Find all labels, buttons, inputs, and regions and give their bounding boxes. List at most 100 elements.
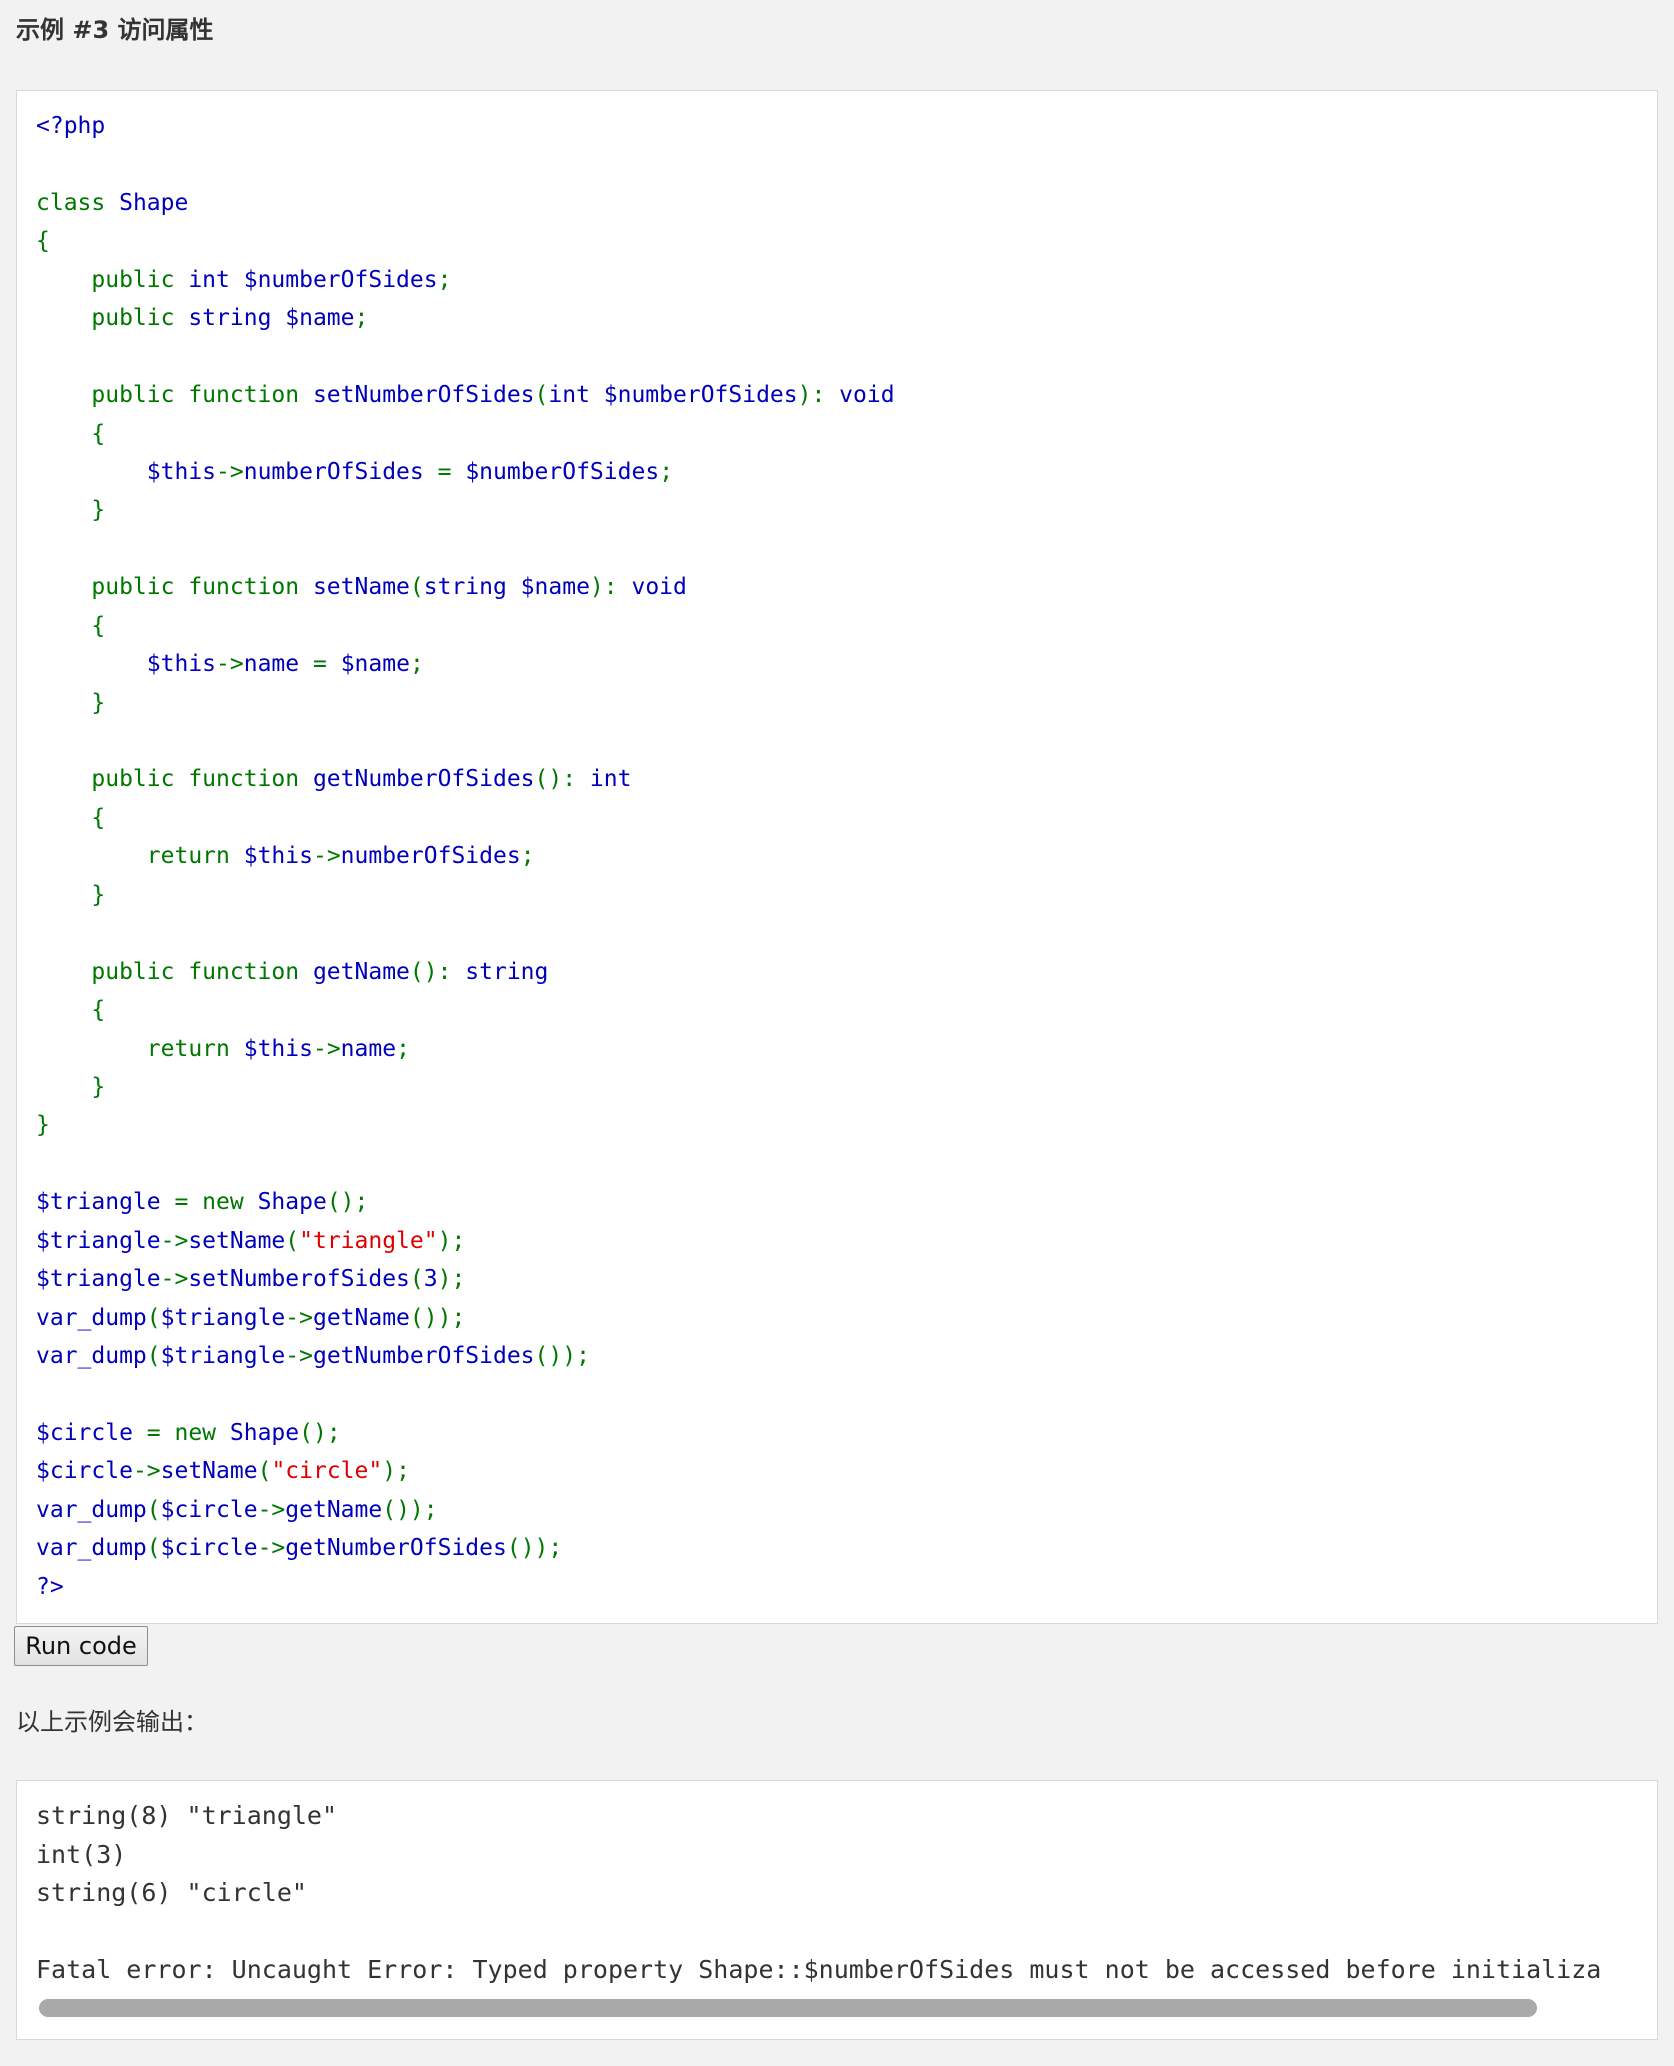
code-token: getNumberOfSides: [312, 1343, 535, 1369]
code-token: return: [36, 1035, 244, 1062]
code-token: ();: [299, 1419, 341, 1446]
php-code-block: <?php class Shape { public int $numberOfS…: [36, 107, 895, 1606]
code-line: var_dump($triangle->getNumberOfSides());: [36, 1337, 895, 1375]
code-line: var_dump($circle->getNumberOfSides());: [36, 1529, 895, 1567]
code-token: public function: [36, 382, 313, 409]
code-token: }: [36, 497, 106, 524]
code-token: = new: [174, 1189, 258, 1216]
code-line: {: [36, 799, 895, 837]
code-token: var_dump: [36, 1343, 147, 1369]
code-token: getName: [285, 1496, 383, 1523]
code-token: var_dump: [36, 1496, 147, 1523]
code-token: $triangle: [160, 1304, 286, 1331]
horizontal-scrollbar-thumb[interactable]: [39, 1999, 1537, 2017]
output-viewport: string(8) "triangle" int(3) string(6) "cir…: [36, 1797, 1637, 1987]
code-panel: <?php class Shape { public int $numberOfS…: [16, 90, 1658, 1624]
code-token: public: [36, 266, 189, 293]
code-token: ->: [216, 651, 244, 678]
code-token: ->: [160, 1227, 189, 1254]
code-token: public function: [36, 958, 313, 985]
code-token: getName: [312, 958, 410, 985]
code-token: (: [409, 574, 424, 601]
code-token: $numberOfSides: [465, 458, 660, 485]
code-token: $this: [243, 1035, 313, 1062]
code-token: class: [36, 189, 120, 216]
code-token: $triangle: [36, 1189, 175, 1216]
code-line: public string $name;: [36, 299, 895, 337]
code-token: ():: [409, 958, 466, 985]
code-token: $circle: [160, 1496, 258, 1523]
code-token: ->: [285, 1343, 313, 1369]
code-token: setName: [160, 1458, 258, 1485]
code-token: $triangle: [36, 1227, 161, 1254]
code-line: public function setName(string $name): v…: [36, 568, 895, 606]
code-token: Shape: [257, 1189, 327, 1216]
code-token: "triangle": [299, 1227, 438, 1254]
code-line: return $this->numberOfSides;: [36, 837, 895, 875]
code-token: (: [285, 1227, 300, 1254]
code-token: getNumberOfSides: [285, 1535, 507, 1562]
code-token: ):: [589, 574, 632, 601]
code-token: ;: [520, 843, 535, 870]
code-token: {: [36, 420, 106, 447]
code-token: ):: [797, 382, 840, 409]
code-token: $circle: [36, 1458, 133, 1485]
code-token: $circle: [160, 1535, 258, 1562]
code-token: name: [243, 651, 313, 678]
code-token: name: [340, 1035, 397, 1062]
output-line: string(8) "triangle": [36, 1801, 338, 1830]
code-line: var_dump($circle->getName());: [36, 1491, 895, 1529]
code-line: }: [36, 876, 895, 914]
code-token: $triangle: [160, 1343, 286, 1369]
code-token: );: [382, 1458, 410, 1485]
code-token: "circle": [271, 1458, 383, 1485]
code-token: (: [146, 1496, 161, 1523]
code-token: return: [36, 843, 244, 870]
horizontal-scrollbar[interactable]: [39, 1999, 1599, 2017]
code-line: return $this->name;: [36, 1030, 895, 1068]
code-token: setName: [188, 1227, 286, 1254]
code-token: Shape: [229, 1419, 300, 1446]
code-token: string: [465, 958, 549, 985]
code-token: {: [36, 612, 106, 639]
code-token: );: [437, 1227, 466, 1254]
code-token: }: [36, 689, 106, 716]
output-text-block: string(8) "triangle" int(3) string(6) "cir…: [36, 1797, 1637, 1987]
code-line: <?php: [36, 107, 895, 145]
code-line: $this->numberOfSides = $numberOfSides;: [36, 453, 895, 491]
code-line: }: [36, 491, 895, 529]
code-line: }: [36, 684, 895, 722]
code-token: ;: [354, 305, 369, 332]
code-line: $triangle->setNumberofSides(3);: [36, 1260, 895, 1298]
code-line: $triangle->setName("triangle");: [36, 1222, 895, 1260]
code-token: {: [36, 997, 106, 1024]
code-token: =: [312, 651, 341, 678]
code-token: {: [36, 804, 106, 831]
code-line: $circle->setName("circle");: [36, 1452, 895, 1490]
code-token: (: [534, 382, 549, 409]
code-line: {: [36, 222, 895, 260]
code-token: void: [631, 574, 687, 601]
code-token: (: [146, 1343, 161, 1369]
run-code-button[interactable]: Run code: [14, 1626, 148, 1666]
output-line: Fatal error: Uncaught Error: Typed prope…: [36, 1955, 1602, 1984]
code-line: var_dump($triangle->getName());: [36, 1299, 895, 1337]
code-token: setName: [312, 574, 410, 601]
code-token: 3: [423, 1266, 438, 1293]
code-token: ->: [216, 458, 244, 485]
code-line: $circle = new Shape();: [36, 1414, 895, 1452]
code-token: (: [146, 1304, 161, 1331]
output-panel: string(8) "triangle" int(3) string(6) "cir…: [16, 1780, 1658, 2040]
code-token: int: [589, 766, 632, 793]
code-line: $triangle = new Shape();: [36, 1183, 895, 1221]
code-line: class Shape: [36, 184, 895, 222]
code-token: $this: [146, 458, 217, 485]
code-token: ;: [409, 651, 424, 678]
code-token: ():: [534, 766, 590, 793]
code-token: string $name: [188, 305, 355, 332]
code-token: setNumberOfSides: [312, 382, 535, 409]
